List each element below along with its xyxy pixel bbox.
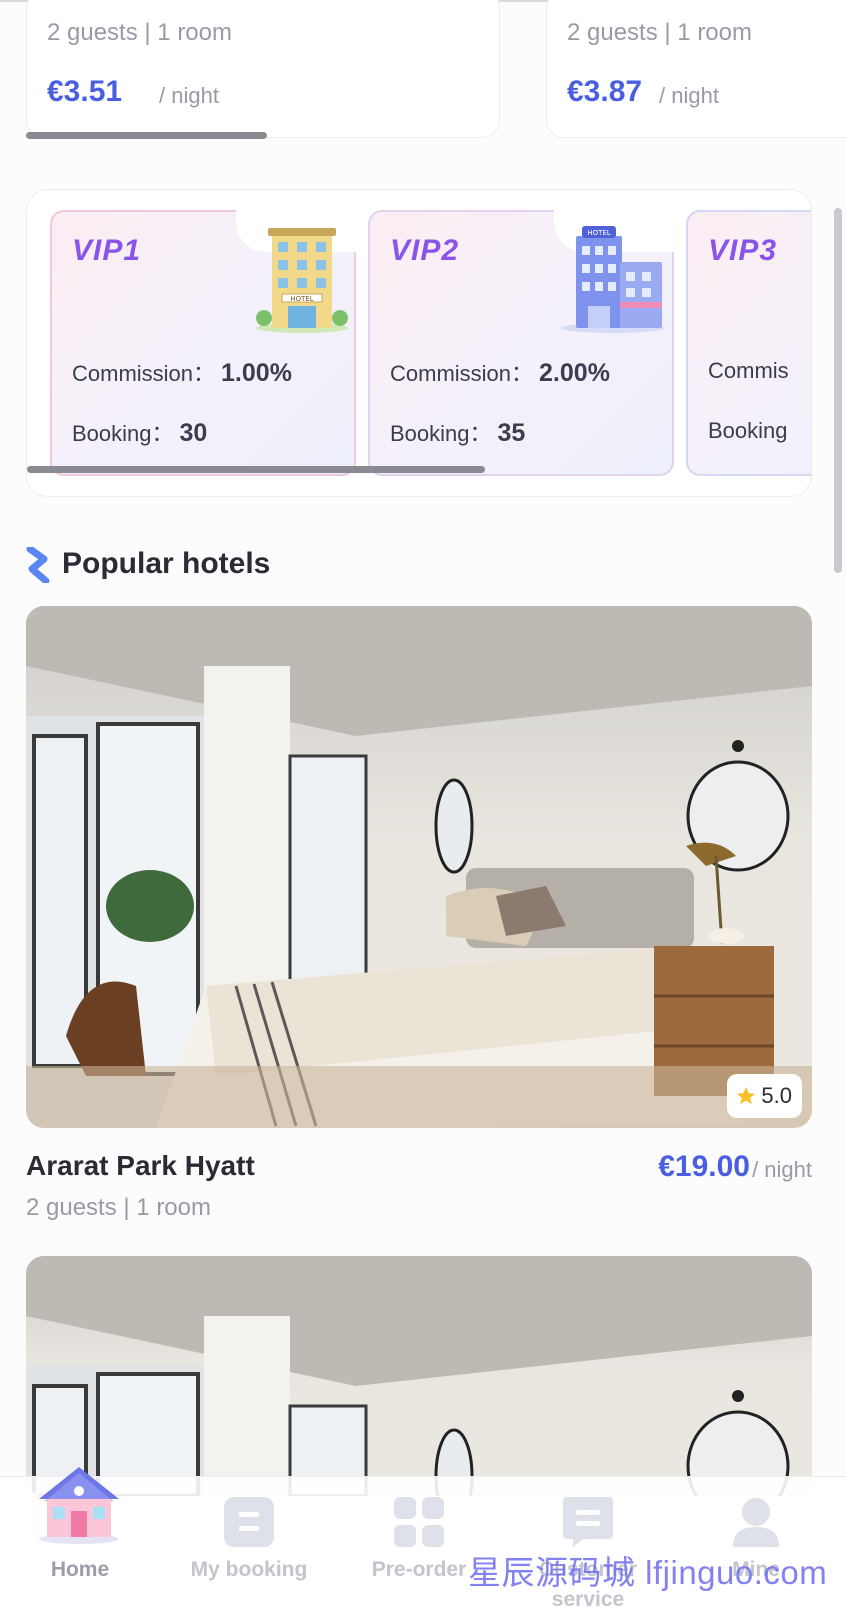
horizontal-scrollbar[interactable] bbox=[26, 132, 267, 139]
section-title: Popular hotels bbox=[62, 547, 271, 580]
vip-booking: Booking bbox=[708, 418, 788, 443]
star-icon bbox=[737, 1086, 756, 1105]
hotel-photo[interactable] bbox=[26, 1256, 812, 1496]
nav-item-my-booking[interactable]: My booking bbox=[174, 1477, 324, 1616]
hotel-card-guests: 2 guests | 1 room bbox=[567, 19, 752, 46]
watermark-text: 星辰源码城 lfjinguo.com bbox=[468, 1554, 828, 1591]
nav-label: Home bbox=[50, 1558, 110, 1581]
hotel-building-icon: HOTEL bbox=[561, 226, 665, 333]
grid-icon bbox=[394, 1497, 444, 1547]
bedroom-photo bbox=[26, 606, 812, 1128]
section-mark-icon bbox=[26, 547, 50, 583]
nav-label: My booking bbox=[190, 1558, 308, 1581]
vip-commission: Commission： 2.00% bbox=[390, 359, 610, 387]
vip-level-title: VIP3 bbox=[708, 234, 778, 267]
page-scrollbar[interactable] bbox=[834, 208, 842, 573]
recommended-hotels-scroller[interactable]: 2 guests | 1 room €3.51 / night 2 guests… bbox=[0, 0, 846, 150]
home-icon bbox=[39, 1467, 119, 1544]
hotel-sign: HOTEL bbox=[587, 229, 610, 237]
booking-icon bbox=[224, 1497, 274, 1547]
vip-levels-panel[interactable]: VIP1 HOTEL Commission： 1.00% Booking： 30 V… bbox=[26, 189, 812, 497]
hotel-name[interactable]: Ararat Park Hyatt bbox=[26, 1150, 255, 1182]
bedroom-photo bbox=[26, 1256, 812, 1496]
hotel-per-night: / night bbox=[752, 1157, 812, 1182]
vip-booking: Booking： 30 bbox=[72, 419, 208, 447]
vip-level-title: VIP2 bbox=[390, 234, 460, 267]
hotel-guests: 2 guests | 1 room bbox=[26, 1194, 211, 1221]
hotel-card[interactable]: 2 guests | 1 room €3.87 / night bbox=[546, 0, 846, 138]
hotel-card-per-night: / night bbox=[159, 83, 219, 108]
vip-card-vip1[interactable]: VIP1 HOTEL Commission： 1.00% Booking： 30 bbox=[50, 210, 356, 476]
nav-item-home[interactable]: Home bbox=[5, 1467, 155, 1616]
vip-commission: Commis bbox=[708, 358, 789, 383]
hotel-card-guests: 2 guests | 1 room bbox=[47, 19, 232, 46]
rating-badge: 5.0 bbox=[727, 1074, 802, 1118]
vip-level-title: VIP1 bbox=[72, 234, 142, 267]
hotel-card-price: €3.51 bbox=[47, 75, 123, 108]
hotel-photo[interactable]: 5.0 bbox=[26, 606, 812, 1128]
hotel-price: €19.00 bbox=[658, 1150, 750, 1183]
hotel-sign: HOTEL bbox=[290, 295, 313, 303]
hotel-card[interactable]: 2 guests | 1 room €3.51 / night bbox=[26, 0, 500, 138]
vip-commission: Commission： 1.00% bbox=[72, 359, 292, 387]
hotel-card-per-night: / night bbox=[659, 83, 719, 108]
user-icon bbox=[733, 1498, 779, 1547]
vip-card-vip2[interactable]: VIP2 HOTEL Commission： 2.00% Booking： 35 bbox=[368, 210, 674, 476]
hotel-card-price: €3.87 bbox=[567, 75, 643, 108]
vip-horizontal-scrollbar[interactable] bbox=[27, 466, 485, 473]
vip-card-vip3[interactable]: VIP3 Commis Booking bbox=[686, 210, 811, 476]
vip-booking: Booking： 35 bbox=[390, 419, 526, 447]
hotel-building-icon: HOTEL bbox=[256, 228, 348, 333]
chat-icon bbox=[563, 1497, 613, 1547]
rating-value: 5.0 bbox=[761, 1083, 792, 1108]
